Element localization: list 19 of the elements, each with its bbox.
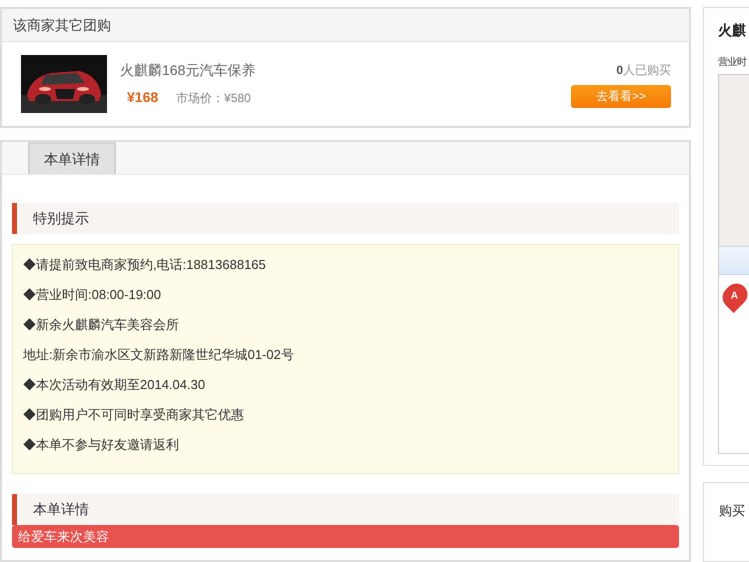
deal-price: ¥168 [127, 88, 158, 107]
detail-tab[interactable]: 本单详情 [28, 142, 116, 174]
buyers-title: 购买 [719, 503, 745, 518]
sold-count: 0人已购买 [616, 62, 671, 78]
market-price: 市场价：¥580 [176, 90, 251, 106]
notice-line: ◆新余火麒麟汽车美容会所 [23, 316, 180, 334]
shop-name: 火麒 [718, 21, 747, 40]
notice-line: ◆营业时间:08:00-19:00 [23, 286, 162, 304]
notice-line: ◆请提前致电商家预约,电话:18813688165 [23, 256, 267, 274]
card-title: 该商家其它团购 [13, 16, 111, 34]
deal-name[interactable]: 火麒麟168元汽车保养 [120, 60, 256, 81]
banner-text: 给爱车来次美容 [18, 528, 109, 546]
notice-line: 地址:新余市渝水区文新路新隆世纪华城01-02号 [23, 346, 295, 364]
notice-line: ◆本次活动有效期至2014.04.30 [23, 376, 206, 394]
section-title: 本单详情 [33, 500, 89, 519]
section-title: 特别提示 [33, 209, 89, 228]
notice-line: ◆本单不参与好友邀请返利 [23, 436, 180, 454]
hours-label: 营业时 [718, 56, 748, 70]
notice-line: ◆团购用户不可同时享受商家其它优惠 [23, 406, 245, 424]
